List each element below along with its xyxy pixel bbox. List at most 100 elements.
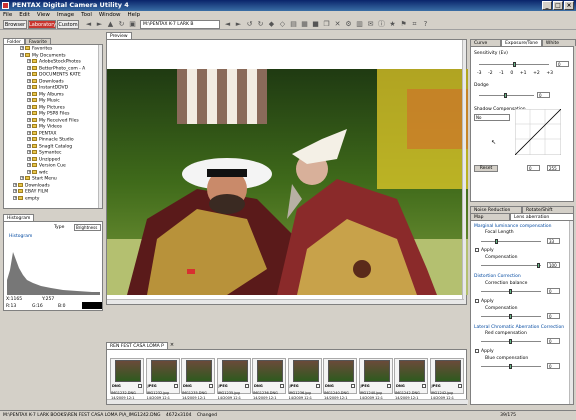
thumbnail-item[interactable]: JPEG IMG1240.jpg 14/2009 12:1 [358, 358, 393, 400]
thumbnail-checkbox[interactable] [173, 384, 178, 388]
expand-icon[interactable]: + [13, 189, 17, 193]
expand-icon[interactable]: + [27, 65, 31, 70]
thumbnail-item[interactable]: DNG IMG1242.DNG 14/2009 12:1 [394, 358, 428, 400]
tab-lens-correction[interactable]: Lens aberration correction [510, 213, 574, 227]
info-icon[interactable]: ⓘ [377, 20, 386, 29]
minimize-button[interactable]: _ [542, 1, 552, 10]
thumbnail-checkbox[interactable] [244, 384, 249, 388]
expand-icon[interactable]: + [27, 59, 31, 63]
close-button[interactable]: × [564, 1, 574, 10]
refresh-icon[interactable]: ↻ [117, 20, 126, 29]
laboratory-button[interactable]: Laboratory [28, 20, 56, 29]
thumbnail-item[interactable]: JPEG IMG1242.jpg 14/2009 12:1 [429, 358, 464, 400]
menu-edit[interactable]: Edit [19, 11, 30, 19]
expand-icon[interactable]: + [20, 52, 24, 57]
preview-h-scrollbar[interactable] [107, 299, 464, 304]
thumbnail-checkbox[interactable] [209, 384, 213, 388]
compare-icon[interactable]: ▤ [289, 20, 298, 29]
expand-icon[interactable]: + [27, 98, 31, 102]
forward-icon[interactable]: ► [95, 20, 104, 29]
tree-item[interactable]: + empty [6, 195, 97, 203]
browser-button[interactable]: Browser [3, 20, 27, 29]
balance-slider-knob[interactable] [509, 289, 512, 294]
thumbnail-checkbox[interactable] [138, 384, 142, 388]
reset-button[interactable]: Reset [474, 165, 498, 172]
thumbnail-checkbox[interactable] [280, 384, 284, 388]
apply-marginal-checkbox[interactable] [475, 248, 479, 252]
path-dropdown[interactable]: M:\PENTAX K-7 LARK B [140, 20, 220, 29]
dodge-slider-knob[interactable] [504, 93, 507, 98]
histogram-type-select[interactable]: Brightness [74, 224, 101, 231]
thumbnail-checkbox[interactable] [351, 384, 355, 388]
thumbnail-item[interactable]: DNG IMG1232.DNG 14/2009 12:1 [110, 358, 144, 400]
compensation-value[interactable]: 100 [547, 262, 560, 268]
tab-map[interactable]: Map [470, 213, 510, 220]
menu-tool[interactable]: Tool [81, 11, 92, 19]
menu-file[interactable]: File [3, 11, 12, 19]
menu-window[interactable]: Window [99, 11, 121, 19]
thumbnail-item[interactable]: DNG IMG1236.DNG 14/2009 12:1 [252, 358, 286, 400]
thumbnail-checkbox[interactable] [386, 384, 391, 388]
expand-icon[interactable]: + [27, 85, 31, 89]
rotate-left-icon[interactable]: ↺ [245, 20, 254, 29]
shadow-compensation-select[interactable]: No [474, 114, 510, 121]
preview-image[interactable] [107, 69, 468, 295]
expand-icon[interactable]: + [27, 111, 31, 115]
prev-image-icon[interactable]: ◄ [223, 20, 232, 29]
expand-icon[interactable]: + [27, 169, 31, 174]
sensitivity-slider-knob[interactable] [513, 62, 516, 67]
thumbnail-checkbox[interactable] [422, 384, 426, 388]
save-icon[interactable]: ■ [311, 20, 320, 29]
expand-icon[interactable]: + [27, 91, 31, 96]
blue-slider-knob[interactable] [509, 364, 512, 369]
expand-icon[interactable]: + [27, 104, 31, 109]
expand-icon[interactable]: + [27, 163, 31, 167]
menu-help[interactable]: Help [128, 11, 141, 19]
close-tab-icon[interactable]: × [168, 342, 174, 349]
sensitivity-value[interactable]: 0 [556, 61, 569, 67]
tab-preview[interactable]: Preview [106, 32, 132, 39]
tab-folder-thumbnails[interactable]: REN FEST CASA LOMA P [106, 342, 168, 349]
dodge-value[interactable]: 0 [537, 92, 550, 98]
output-level-value[interactable]: 255 [547, 165, 560, 171]
crop-icon[interactable]: ⌗ [410, 20, 419, 29]
balance-value[interactable]: 0 [547, 288, 560, 294]
grid-icon[interactable]: ▦ [300, 20, 309, 29]
tab-rotate-shift[interactable]: Rotate/Shift [522, 206, 574, 213]
up-folder-icon[interactable]: ▲ [106, 20, 115, 29]
delete-icon[interactable]: ✕ [333, 20, 342, 29]
zoom-icon[interactable]: ◆ [267, 20, 276, 29]
blue-comp-value[interactable]: 0 [547, 363, 560, 369]
next-image-icon[interactable]: ► [234, 20, 243, 29]
tone-curve-graph[interactable] [515, 109, 561, 155]
fit-icon[interactable]: ◇ [278, 20, 287, 29]
thumbnail-checkbox[interactable] [457, 384, 462, 388]
red-slider-knob[interactable] [509, 339, 512, 344]
expand-icon[interactable]: + [13, 182, 17, 187]
tab-white-balance[interactable]: White Balance [541, 39, 576, 53]
menu-view[interactable]: View [37, 11, 50, 19]
settings-icon[interactable]: ⚙ [344, 20, 353, 29]
tab-noise-reduction[interactable]: Noise Reduction [470, 206, 522, 213]
thumbnail-item[interactable]: JPEG IMG1236.jpg 14/2009 12:1 [287, 358, 322, 400]
tab-exposure-tone[interactable]: Exposure/Tone [501, 39, 542, 46]
thumbnail-checkbox[interactable] [315, 384, 320, 388]
lens-panel-scrollbar[interactable] [569, 221, 573, 404]
thumbnail-item[interactable]: JPEG IMG1232.jpg 14/2009 12:1 [145, 358, 180, 400]
email-icon[interactable]: ✉ [366, 20, 375, 29]
thumbnail-item[interactable]: DNG IMG1235.DNG 14/2009 12:1 [181, 358, 215, 400]
focal-slider-knob[interactable] [495, 239, 498, 244]
help-icon[interactable]: ? [421, 20, 430, 29]
compensation-slider-knob[interactable] [537, 263, 540, 268]
tab-histogram[interactable]: Histogram [3, 214, 35, 221]
expand-icon[interactable]: + [20, 176, 24, 180]
menu-image[interactable]: Image [57, 11, 74, 19]
tree-scrollbar[interactable] [98, 45, 102, 208]
rotate-right-icon[interactable]: ↻ [256, 20, 265, 29]
distortion-comp-value[interactable]: 0 [547, 313, 560, 319]
focal-slider-track[interactable] [481, 241, 541, 242]
input-level-value[interactable]: 0 [527, 165, 540, 171]
thumbnail-scrollbar[interactable] [107, 399, 468, 404]
expand-icon[interactable]: + [27, 143, 31, 148]
tab-curve-image[interactable]: Curve Image [470, 39, 502, 53]
